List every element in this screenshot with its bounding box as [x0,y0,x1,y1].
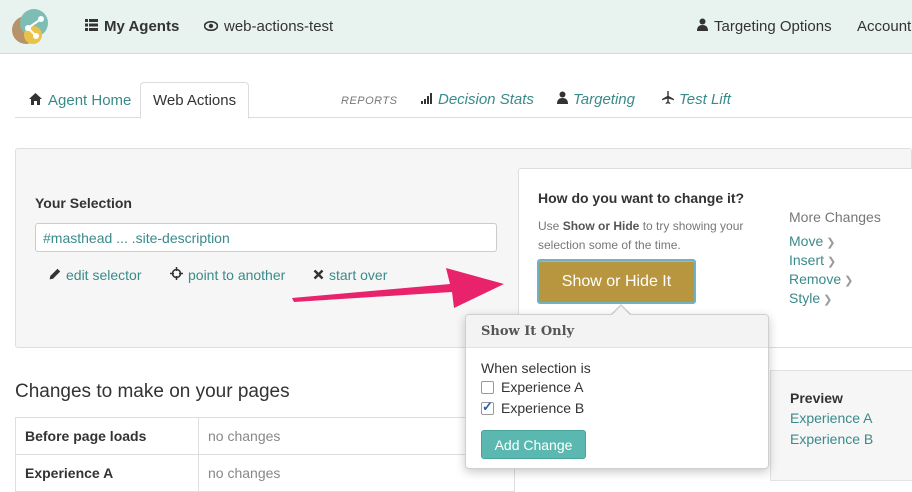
pointer-arrow-icon [292,268,504,308]
reports-label: REPORTS [341,95,398,107]
tab-test-lift[interactable]: Test Lift [662,91,731,108]
more-changes-title: More Changes [789,209,881,225]
option-label: Experience B [501,400,585,416]
changes-title: Changes to make on your pages [15,381,290,402]
nav-agent-name-label: web-actions-test [224,18,334,35]
nav-my-agents-label: My Agents [104,18,180,35]
chevron-down-icon: ❯ [826,237,836,249]
row-label: Before page loads [15,417,199,455]
show-or-hide-button[interactable]: Show or Hide It [537,259,696,304]
pencil-icon [49,268,61,283]
add-change-button[interactable]: Add Change [481,430,586,459]
change-title: How do you want to change it? [538,190,745,206]
popover-title: Show It Only [466,315,768,348]
tab-test-lift-label: Test Lift [679,91,731,108]
tab-agent-home-label: Agent Home [48,91,132,109]
edit-selector-label: edit selector [66,267,142,283]
experience-a-checkbox[interactable] [481,380,494,394]
tab-web-actions-label: Web Actions [153,92,237,109]
nav-agent-name[interactable]: web-actions-test [203,18,334,35]
plane-icon [662,91,674,108]
edit-selector-link[interactable]: edit selector [49,267,141,283]
tab-targeting[interactable]: Targeting [557,91,635,108]
chevron-down-icon: ❯ [823,294,833,306]
chevron-down-icon: ❯ [844,275,854,287]
when-selection-label: When selection is [481,360,591,376]
table-row: Experience A no changes [15,454,515,492]
bar-chart-icon [421,91,433,108]
point-to-another-link[interactable]: point to another [170,267,285,283]
tab-targeting-label: Targeting [573,91,635,108]
nav-targeting-options[interactable]: Targeting Options [697,18,832,35]
option-experience-a[interactable]: Experience A [481,379,584,395]
home-icon [29,92,42,109]
preview-experience-b-link[interactable]: Experience B [790,431,873,447]
row-label: Experience A [15,454,199,492]
crosshair-icon [170,267,183,283]
point-to-another-label: point to another [188,267,286,283]
nav-account[interactable]: Account [857,18,911,35]
selection-title: Your Selection [35,195,132,211]
nav-targeting-options-label: Targeting Options [714,18,832,35]
tab-agent-home[interactable]: Agent Home [17,82,143,118]
tab-decision-stats-label: Decision Stats [438,91,534,108]
logo[interactable] [10,6,54,50]
user-icon [557,91,568,108]
option-label: Experience A [501,379,584,395]
experience-b-checkbox[interactable] [481,399,494,415]
chevron-down-icon: ❯ [827,256,837,268]
table-row: Before page loads no changes [15,417,515,455]
popover-caret-inner [611,306,631,316]
nav-my-agents[interactable]: My Agents [85,18,179,35]
insert-dropdown[interactable]: Insert ❯ [789,252,836,268]
preview-experience-a-link[interactable]: Experience A [790,410,873,426]
selector-input[interactable] [35,223,497,252]
option-experience-b[interactable]: Experience B [481,399,585,416]
change-help-text: Use Show or Hide to try showing your sel… [538,219,744,252]
tab-web-actions[interactable]: Web Actions [140,82,250,119]
tab-decision-stats[interactable]: Decision Stats [421,91,534,108]
preview-title: Preview [790,390,843,406]
nav-account-label: Account [857,18,912,35]
eye-icon [203,18,219,35]
user-icon [697,18,708,35]
move-dropdown[interactable]: Move ❯ [789,233,835,249]
style-dropdown[interactable]: Style ❯ [789,290,832,306]
list-icon [85,18,98,35]
remove-dropdown[interactable]: Remove ❯ [789,271,853,287]
